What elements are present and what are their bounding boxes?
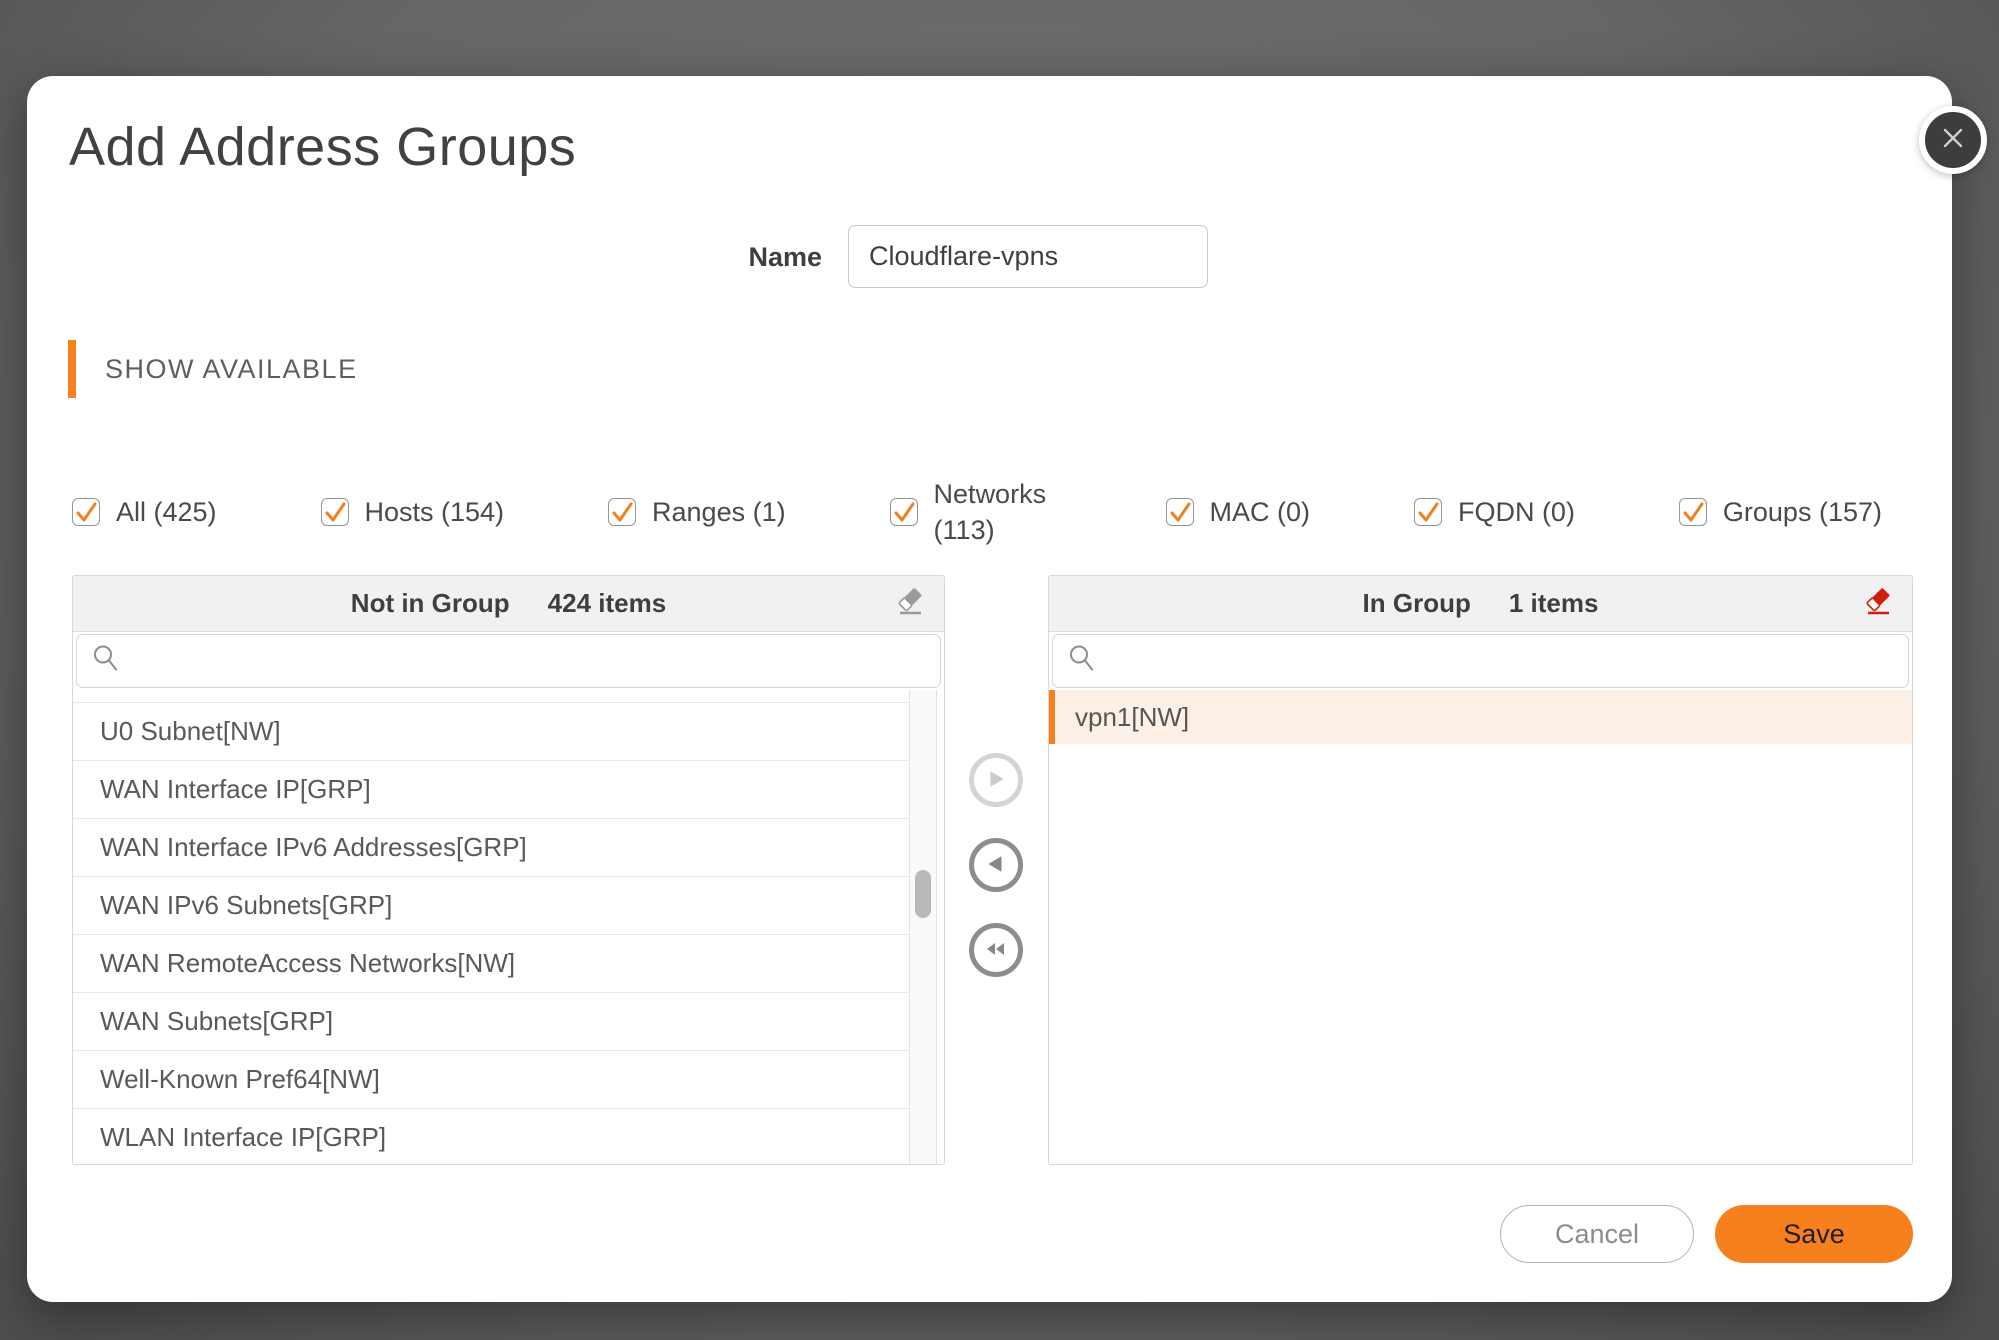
scrollbar-track[interactable] xyxy=(909,690,937,1164)
checkbox-checked-icon[interactable] xyxy=(608,498,636,526)
filter-hosts[interactable]: Hosts (154) xyxy=(321,494,505,530)
in-group-search xyxy=(1049,632,1912,690)
list-item[interactable]: WAN Interface IPv6 Addresses[GRP] xyxy=(73,819,914,877)
checkbox-checked-icon[interactable] xyxy=(72,498,100,526)
clear-group-button[interactable] xyxy=(1858,584,1898,624)
close-icon xyxy=(1938,123,1968,158)
list-item[interactable]: U0 Subnet[NW] xyxy=(73,703,914,761)
search-icon xyxy=(91,644,121,679)
move-to-group-button[interactable] xyxy=(969,753,1023,807)
section-title: SHOW AVAILABLE xyxy=(105,354,358,385)
checkbox-checked-icon[interactable] xyxy=(1414,498,1442,526)
in-group-panel: In Group 1 items xyxy=(1048,575,1913,1165)
filter-networks[interactable]: Networks (113) xyxy=(890,476,1062,549)
filter-label: Hosts (154) xyxy=(365,494,505,530)
in-group-list: vpn1[NW] xyxy=(1049,690,1912,1164)
filter-checkbox-row: All (425) Hosts (154) Ranges (1) Network… xyxy=(72,470,1882,554)
checkbox-checked-icon[interactable] xyxy=(1166,498,1194,526)
eraser-icon-red xyxy=(1862,586,1894,621)
name-label: Name xyxy=(748,224,822,290)
filter-label: Ranges (1) xyxy=(652,494,786,530)
close-button[interactable] xyxy=(1919,106,1987,174)
panel-title: Not in Group xyxy=(351,588,510,619)
filter-all[interactable]: All (425) xyxy=(72,494,217,530)
eraser-icon xyxy=(894,586,926,621)
page-title: Add Address Groups xyxy=(69,116,576,178)
arrow-left-icon xyxy=(985,853,1007,878)
panel-title: In Group xyxy=(1363,588,1471,619)
remove-from-group-button[interactable] xyxy=(969,838,1023,892)
section-accent-bar xyxy=(68,340,76,398)
filter-label: MAC (0) xyxy=(1210,494,1311,530)
not-in-group-search xyxy=(73,632,944,690)
clear-selection-button[interactable] xyxy=(890,584,930,624)
list-item[interactable]: WAN IPv6 Subnets[GRP] xyxy=(73,877,914,935)
checkbox-checked-icon[interactable] xyxy=(1679,498,1707,526)
list-item[interactable]: WAN Subnets[GRP] xyxy=(73,993,914,1051)
double-arrow-left-icon xyxy=(984,938,1008,963)
scrollbar-thumb[interactable] xyxy=(915,870,931,918)
not-in-group-panel: Not in Group 424 items xyxy=(72,575,945,1165)
show-available-section-header: SHOW AVAILABLE xyxy=(68,340,358,398)
filter-label: FQDN (0) xyxy=(1458,494,1575,530)
filter-fqdn[interactable]: FQDN (0) xyxy=(1414,494,1575,530)
list-item[interactable]: WLAN Interface IP[GRP] xyxy=(73,1109,914,1164)
search-icon xyxy=(1067,644,1097,679)
list-item-partial xyxy=(73,690,914,703)
name-field-row: Name xyxy=(27,224,1952,290)
search-input[interactable] xyxy=(1052,634,1909,688)
search-input[interactable] xyxy=(76,634,941,688)
list-item-selected[interactable]: vpn1[NW] xyxy=(1049,690,1912,744)
remove-all-from-group-button[interactable] xyxy=(969,923,1023,977)
filter-label: Networks (113) xyxy=(934,476,1062,549)
filter-label: All (425) xyxy=(116,494,217,530)
arrow-right-icon xyxy=(985,768,1007,793)
not-in-group-header: Not in Group 424 items xyxy=(73,576,944,632)
filter-label: Groups (157) xyxy=(1723,494,1882,530)
not-in-group-list: U0 Subnet[NW] WAN Interface IP[GRP] WAN … xyxy=(73,690,944,1164)
name-input[interactable] xyxy=(848,225,1208,288)
checkbox-checked-icon[interactable] xyxy=(890,498,918,526)
filter-groups[interactable]: Groups (157) xyxy=(1679,494,1882,530)
panel-item-count: 1 items xyxy=(1509,588,1599,619)
filter-ranges[interactable]: Ranges (1) xyxy=(608,494,786,530)
save-button[interactable]: Save xyxy=(1715,1205,1913,1263)
list-item[interactable]: WAN RemoteAccess Networks[NW] xyxy=(73,935,914,993)
filter-mac[interactable]: MAC (0) xyxy=(1166,494,1311,530)
checkbox-checked-icon[interactable] xyxy=(321,498,349,526)
list-item[interactable]: Well-Known Pref64[NW] xyxy=(73,1051,914,1109)
in-group-header: In Group 1 items xyxy=(1049,576,1912,632)
cancel-button[interactable]: Cancel xyxy=(1500,1205,1694,1263)
add-address-groups-dialog: Add Address Groups Name SHOW AVAILABLE A… xyxy=(27,76,1952,1302)
list-item[interactable]: WAN Interface IP[GRP] xyxy=(73,761,914,819)
panel-item-count: 424 items xyxy=(548,588,667,619)
